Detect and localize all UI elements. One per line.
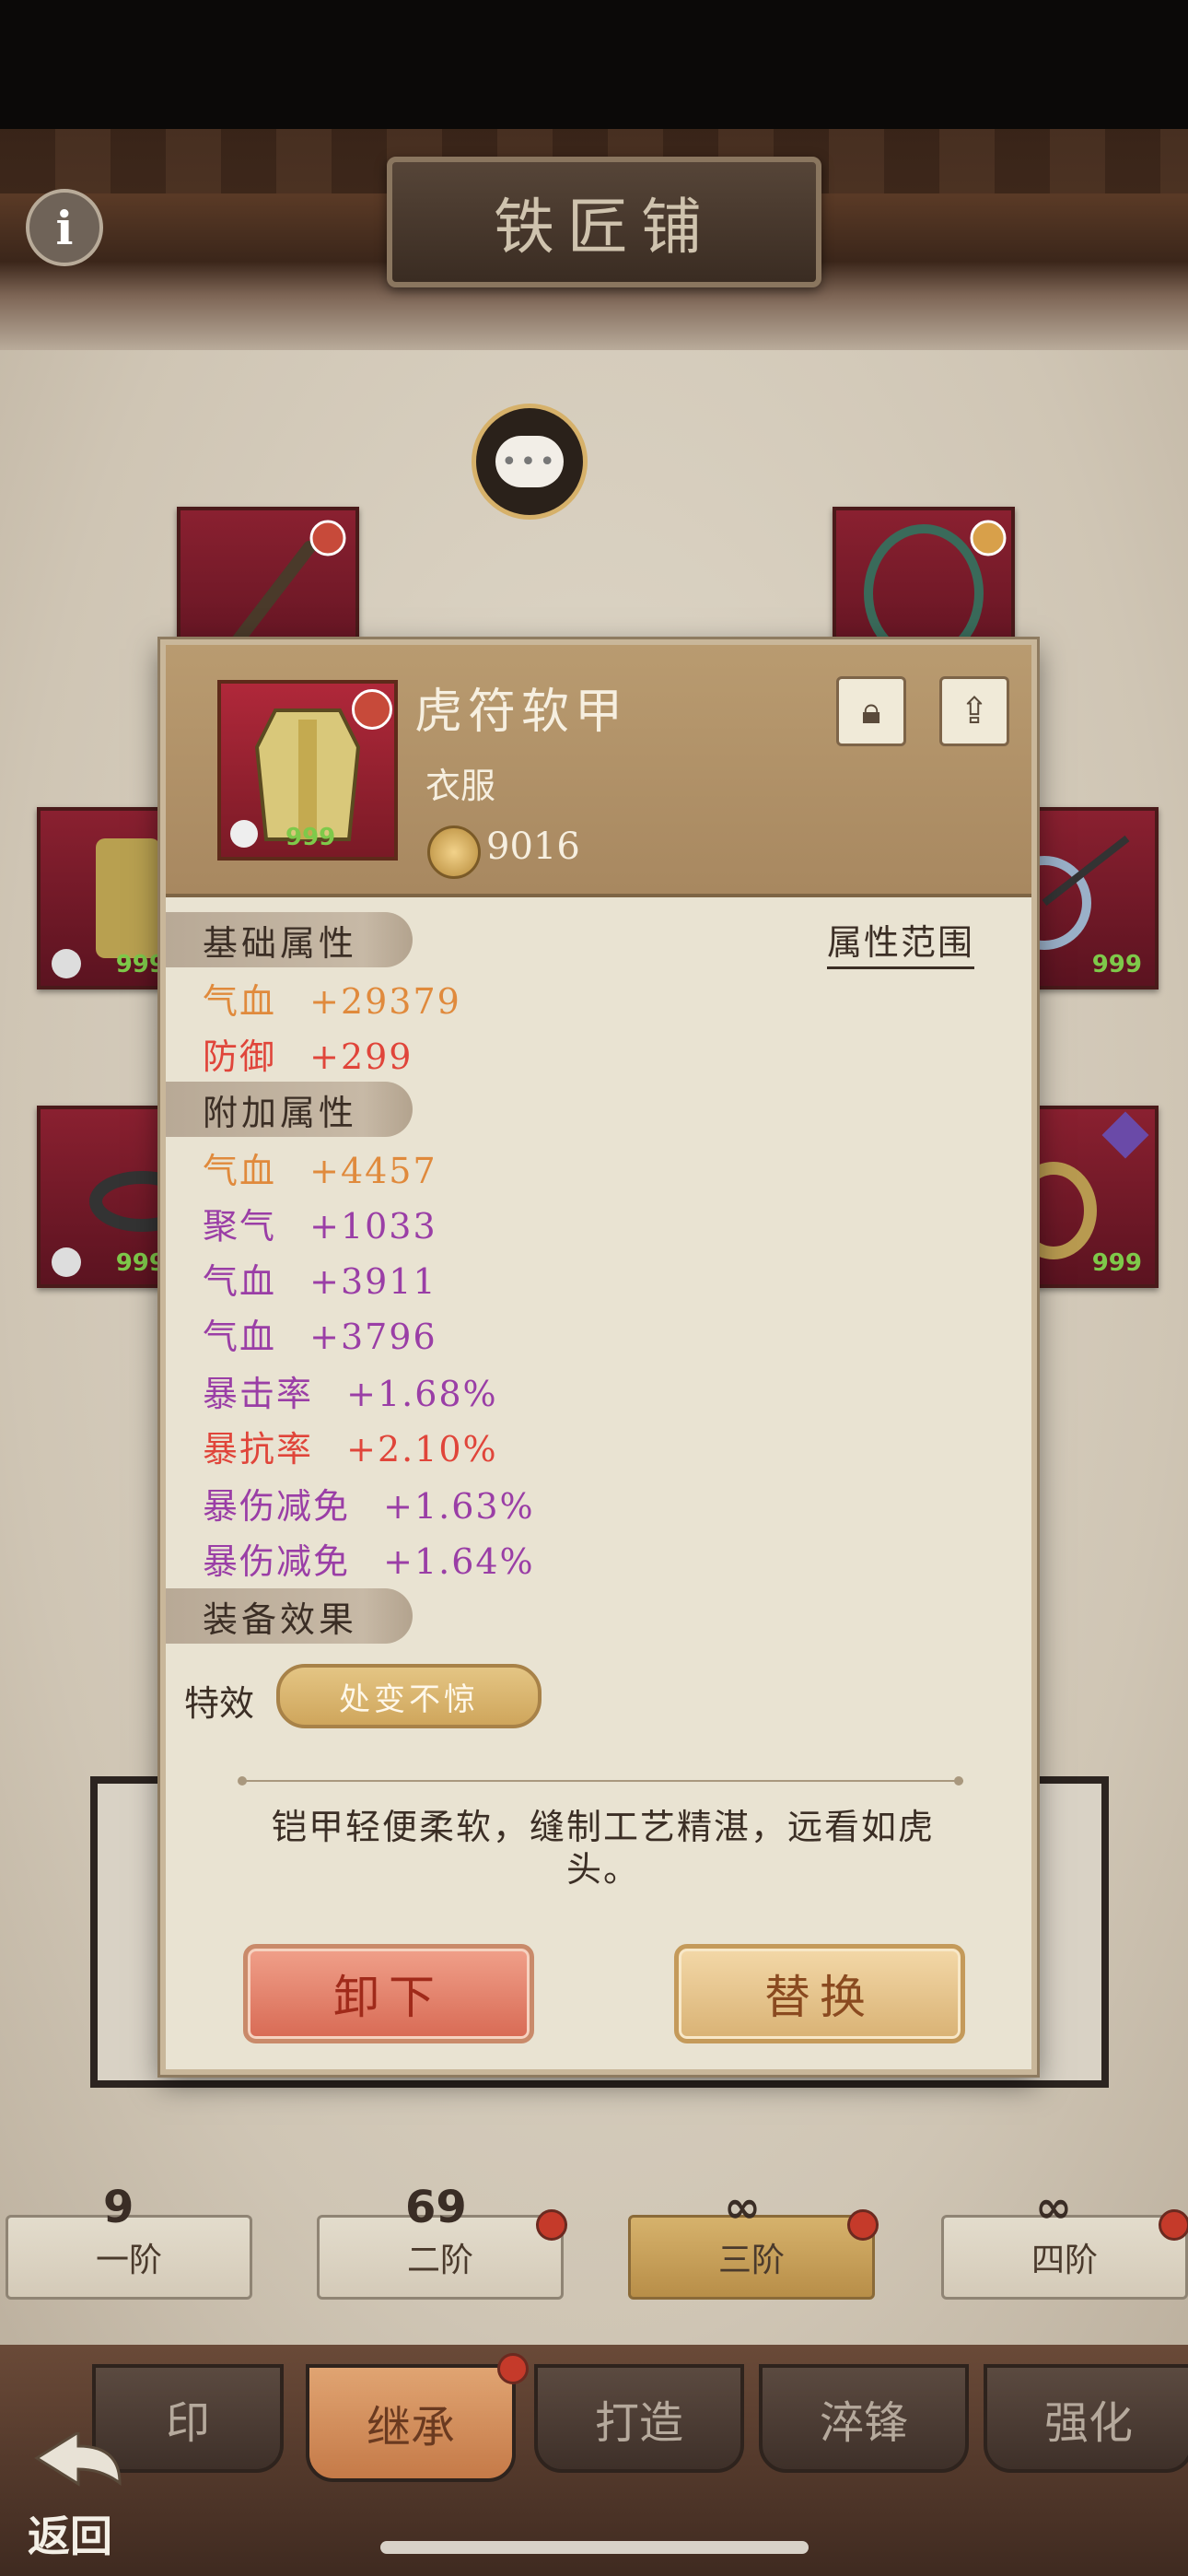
slot-count: 999 [1091,951,1142,978]
tab-inherit[interactable]: 继承 [306,2364,516,2482]
attr-value: +3796 [309,1317,437,1357]
attr-value: +1.68% [346,1374,498,1414]
tier-label: 一阶 [95,2242,162,2279]
attr-name: 暴击率 [203,1374,314,1414]
tier-icon: ∞ [1035,2182,1072,2233]
lock-icon [230,820,258,848]
divider [245,1780,963,1782]
lock-button[interactable]: 🔒︎ [836,676,906,746]
extra-attr-row: 暴击率 +1.68% [203,1365,498,1416]
tab-enhance[interactable]: 强化 [984,2364,1188,2473]
power-coin-icon [427,825,481,879]
tab-temper[interactable]: 淬锋 [759,2364,969,2473]
chat-button[interactable]: ••• [472,404,588,520]
attr-value: +1.64% [383,1541,535,1582]
chat-bubble-icon: ••• [495,436,564,487]
notification-dot [497,2353,529,2384]
attr-name: 暴伤减免 [203,1486,351,1527]
attr-name: 气血 [203,981,277,1022]
tier-icon: ∞ [724,2182,761,2233]
extra-attr-row: 暴伤减免 +1.63% [203,1478,535,1528]
tier-icon: 9 [103,2182,134,2233]
effect-label: 特效 [184,1683,255,1724]
item-name: 虎符软甲 [414,685,629,740]
attr-name: 暴伤减免 [203,1541,351,1582]
attr-value: +29379 [309,981,461,1022]
tier-label: 三阶 [717,2242,785,2279]
notification-dot [1159,2209,1188,2241]
extra-attrs-header: 附加属性 [166,1082,413,1137]
notification-dot [536,2209,567,2241]
unequip-button[interactable]: 卸下 [243,1944,534,2043]
item-icon: 999 [217,680,398,861]
base-attrs-header: 基础属性 [166,912,413,967]
attr-name: 气血 [203,1317,277,1357]
item-count: 999 [285,824,336,851]
attr-name: 暴抗率 [203,1429,314,1469]
attr-value: +4457 [309,1151,437,1191]
info-icon[interactable]: i [26,189,103,266]
lock-icon: 🔒︎ [861,690,881,732]
attr-value: +3911 [309,1261,437,1302]
back-arrow-icon [34,2430,122,2487]
extra-attr-row: 气血 +4457 [203,1142,437,1193]
extra-attr-row: 暴抗率 +2.10% [203,1421,498,1471]
lock-icon [52,1247,81,1277]
item-power: 9016 [486,825,580,868]
status-bar [0,0,1188,129]
extra-attr-row: 气血 +3911 [203,1253,437,1304]
attr-value: +1.63% [383,1486,535,1527]
quality-icon [352,689,392,730]
item-type: 衣服 [425,766,496,806]
item-description: 铠甲轻便柔软，缝制工艺精湛，远看如虎头。 [271,1807,935,1890]
share-button[interactable]: ⇪ [939,676,1009,746]
tier-label: 四阶 [1031,2242,1098,2279]
replace-button[interactable]: 替换 [674,1944,965,2043]
attr-name: 气血 [203,1261,277,1302]
divider-dot [954,1776,963,1786]
tier-icon: 69 [405,2182,467,2233]
tier-label: 二阶 [406,2242,473,2279]
base-attr-row: 气血 +29379 [203,973,461,1024]
slot-count: 999 [115,951,166,978]
extra-attr-row: 暴伤减免 +1.64% [203,1533,535,1584]
lock-icon [52,949,81,978]
extra-attr-row: 气血 +3796 [203,1308,437,1359]
attr-value: +2.10% [346,1429,498,1469]
share-icon: ⇪ [959,690,990,732]
item-detail-modal: 999 虎符软甲 衣服 9016 🔒︎ ⇪ 基础属性 属性范围 气血 +2937… [160,639,1037,2075]
notification-dot [847,2209,879,2241]
attr-value: +1033 [309,1206,437,1247]
slot-count: 999 [115,1249,166,1277]
back-label: 返回 [28,2512,112,2561]
back-button[interactable]: 返回 [28,2430,157,2561]
slot-count: 999 [1091,1249,1142,1277]
page-title: 铁匠铺 [387,157,821,287]
attr-value: +299 [309,1036,413,1077]
extra-attr-row: 聚气 +1033 [203,1198,437,1248]
tab-forge[interactable]: 打造 [534,2364,744,2473]
effect-pill[interactable]: 处变不惊 [276,1664,542,1728]
attr-name: 防御 [203,1036,277,1077]
attr-name: 气血 [203,1151,277,1191]
attr-name: 聚气 [203,1206,277,1247]
home-indicator[interactable] [380,2541,809,2554]
base-attr-row: 防御 +299 [203,1028,413,1079]
effect-header: 装备效果 [166,1588,413,1644]
attr-range-link[interactable]: 属性范围 [827,914,975,969]
